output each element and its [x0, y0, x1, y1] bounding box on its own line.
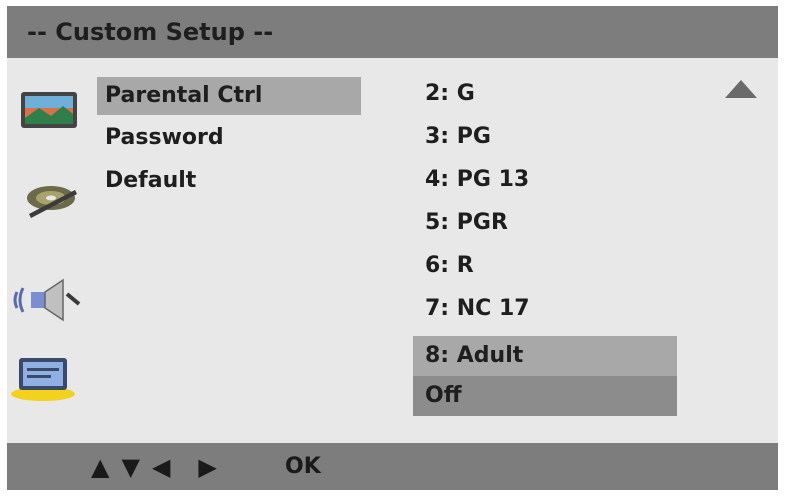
- option-6-r[interactable]: 6: R: [413, 246, 677, 286]
- scroll-up-arrow-icon[interactable]: [725, 80, 757, 98]
- disc-icon[interactable]: [23, 178, 81, 228]
- speaker-icon[interactable]: [13, 278, 83, 326]
- option-8-adult[interactable]: 8: Adult: [413, 336, 677, 376]
- left-arrow-icon: ◀: [151, 452, 171, 481]
- up-arrow-icon: ▲: [91, 452, 110, 481]
- option-4-pg13[interactable]: 4: PG 13: [413, 160, 677, 200]
- right-arrow-icon: ▶: [198, 452, 217, 481]
- monitor-setup-icon[interactable]: [9, 356, 83, 408]
- menu-item-parental-ctrl[interactable]: Parental Ctrl: [97, 77, 361, 115]
- option-off[interactable]: Off: [413, 376, 677, 416]
- option-5-pgr[interactable]: 5: PGR: [413, 203, 677, 243]
- footer-bar: ▲ ▼ ◀ ▶ OK: [7, 443, 778, 490]
- tv-display-icon[interactable]: [19, 88, 81, 136]
- option-7-nc17[interactable]: 7: NC 17: [413, 289, 677, 329]
- option-2-g[interactable]: 2: G: [413, 74, 677, 114]
- custom-setup-screen: -- Custom Setup -- Parental Ctrl Passwor…: [7, 6, 778, 490]
- down-arrow-icon: ▼: [121, 452, 140, 481]
- ok-label: OK: [285, 454, 321, 479]
- header-bar: -- Custom Setup --: [7, 6, 778, 58]
- page-title: -- Custom Setup --: [27, 18, 274, 46]
- nav-arrows: ▲ ▼ ◀ ▶: [91, 443, 217, 490]
- menu-item-password[interactable]: Password: [97, 119, 361, 157]
- option-3-pg[interactable]: 3: PG: [413, 117, 677, 157]
- menu-item-default[interactable]: Default: [97, 162, 361, 200]
